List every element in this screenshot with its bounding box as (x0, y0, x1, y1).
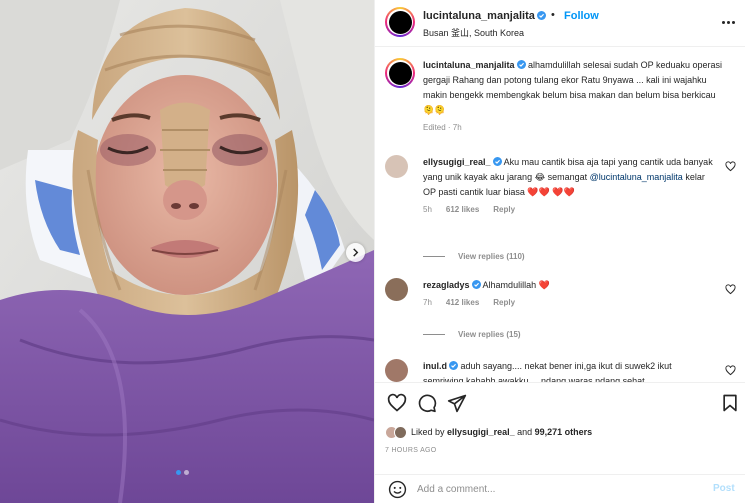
post-header: lucintaluna_manjalita • Follow Busan 釜山,… (375, 0, 745, 47)
caption-body: lucintaluna_manjalita alhamdulillah sele… (423, 58, 728, 132)
comment-likes[interactable]: 412 likes (446, 298, 479, 307)
verified-badge-icon (492, 157, 502, 166)
like-comment-heart-icon[interactable] (725, 284, 736, 295)
verified-badge-icon (449, 361, 458, 370)
reply-button[interactable]: Reply (493, 205, 515, 214)
comment-meta: 7h 412 likes Reply (423, 298, 713, 307)
header-separator: • (551, 9, 555, 21)
liker-avatar[interactable] (394, 425, 407, 439)
more-options-icon[interactable] (718, 15, 738, 29)
carousel-next-button[interactable] (346, 243, 365, 262)
post-media[interactable] (0, 0, 374, 503)
comment-username[interactable]: rezagladys (423, 280, 470, 290)
comment-time: 7h (423, 298, 432, 307)
comment-meta: 5h 612 likes Reply (423, 205, 713, 214)
commenter-avatar[interactable] (385, 359, 408, 382)
comment-bubble-icon[interactable] (417, 393, 437, 413)
post-photo (0, 0, 374, 503)
post-comment-button[interactable]: Post (713, 483, 735, 494)
comment-username[interactable]: inul.d (423, 361, 447, 371)
add-comment-input[interactable] (417, 481, 687, 498)
like-heart-icon[interactable] (387, 393, 407, 413)
comment-body: inul.d aduh sayang.... nekat bener ini,g… (423, 359, 713, 382)
likes-prefix: Liked by (411, 427, 445, 437)
likes-summary: Liked by ellysugigi_real_ and 99,271 oth… (385, 424, 592, 440)
like-comment-heart-icon[interactable] (725, 365, 736, 376)
comment-hearts: ❤️ (538, 280, 550, 290)
likes-count[interactable]: 99,271 others (535, 427, 593, 437)
likes-text: Liked by ellysugigi_real_ and 99,271 oth… (411, 427, 592, 437)
follow-button[interactable]: Follow (564, 10, 599, 22)
comment-mention-link[interactable]: @lucintaluna_manjalita (590, 172, 683, 182)
comment-username[interactable]: ellysugigi_real_ (423, 157, 491, 167)
author-username-row: lucintaluna_manjalita (423, 10, 546, 22)
post-side-panel: lucintaluna_manjalita • Follow Busan 釜山,… (374, 0, 745, 503)
verified-badge-icon (471, 280, 481, 289)
author-avatar[interactable] (385, 7, 415, 37)
verified-badge-icon (516, 60, 526, 69)
post-location[interactable]: Busan 釜山, South Korea (423, 26, 524, 39)
chevron-right-icon (353, 248, 359, 257)
view-replies-label: View replies (110) (458, 252, 525, 261)
share-send-icon[interactable] (447, 393, 467, 413)
post-timestamp[interactable]: 7 HOURS AGO (385, 447, 437, 454)
caption-avatar[interactable] (385, 58, 415, 88)
comment-text-block: rezagladys Alhamdulillah ❤️ (423, 278, 713, 293)
caption-text-block: lucintaluna_manjalita alhamdulillah sele… (423, 58, 728, 118)
view-replies-button[interactable]: View replies (15) (423, 330, 521, 339)
author-username[interactable]: lucintaluna_manjalita (423, 10, 535, 22)
comment-text-block: ellysugigi_real_ Aku mau cantik bisa aja… (423, 155, 713, 200)
like-comment-heart-icon[interactable] (725, 161, 736, 172)
comment-hearts: ❤️❤️ ❤️❤️ (527, 187, 575, 197)
caption-username[interactable]: lucintaluna_manjalita (423, 60, 515, 70)
emoji-icon[interactable] (388, 480, 407, 499)
save-bookmark-icon[interactable] (720, 393, 740, 413)
likes-user[interactable]: ellysugigi_real_ (447, 427, 515, 437)
likes-middle: and (517, 427, 533, 437)
comment-text-block: inul.d aduh sayang.... nekat bener ini,g… (423, 359, 713, 382)
comments-section[interactable]: lucintaluna_manjalita alhamdulillah sele… (375, 47, 745, 382)
comment-text: Alhamdulillah (482, 280, 537, 290)
verified-badge-icon (536, 11, 546, 20)
comment-body: rezagladys Alhamdulillah ❤️ 7h 412 likes R… (423, 278, 713, 307)
comment-time: 5h (423, 205, 432, 214)
reply-button[interactable]: Reply (493, 298, 515, 307)
caption-edited: Edited · 7h (423, 123, 462, 132)
post-actions-bar (375, 382, 745, 422)
instagram-post: lucintaluna_manjalita • Follow Busan 釜山,… (0, 0, 745, 503)
comment-body: ellysugigi_real_ Aku mau cantik bisa aja… (423, 155, 713, 214)
commenter-avatar[interactable] (385, 155, 408, 178)
carousel-dots (176, 470, 189, 475)
commenter-avatar[interactable] (385, 278, 408, 301)
comment-text: aduh sayang.... nekat bener ini,ga ikut … (423, 361, 672, 382)
caption-meta: Edited · 7h (423, 123, 728, 132)
view-replies-button[interactable]: View replies (110) (423, 252, 525, 261)
add-comment-bar: Post (375, 474, 745, 503)
comment-likes[interactable]: 612 likes (446, 205, 479, 214)
carousel-dot (184, 470, 189, 475)
carousel-dot-active (176, 470, 181, 475)
view-replies-label: View replies (15) (458, 330, 521, 339)
